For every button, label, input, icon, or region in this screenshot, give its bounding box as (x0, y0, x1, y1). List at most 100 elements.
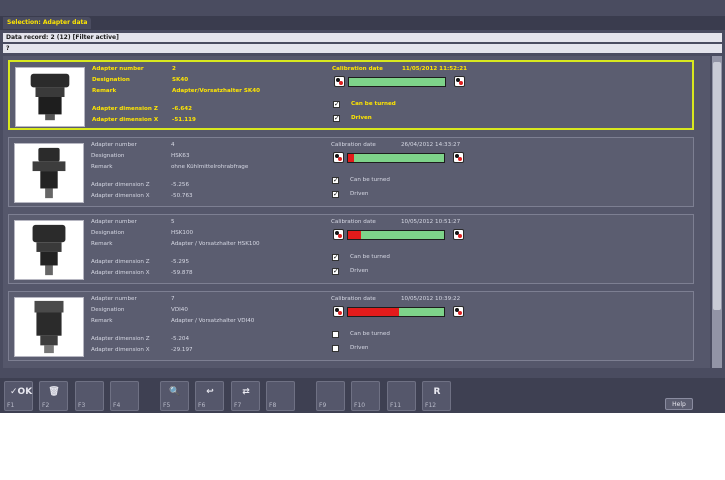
remark-label: Remark (91, 318, 113, 324)
function-key-f11[interactable]: F11 (387, 381, 416, 411)
adapter-record[interactable]: Adapter number 5 Designation HSK100 Remark Ad… (8, 214, 694, 284)
vdi40-adapter-image (14, 297, 84, 357)
check-icon: ✓ (333, 253, 339, 261)
function-key-label: F2 (42, 402, 50, 409)
dim-z-label: Adapter dimension Z (91, 336, 150, 342)
dim-z-label: Adapter dimension Z (91, 259, 150, 265)
calibration-date-value: 26/04/2012 14:33:27 (401, 142, 461, 148)
can-be-turned-checkbox[interactable] (332, 331, 339, 338)
remark-value: Adapter/Vorsatzhalter SK40 (172, 88, 261, 94)
remark-label: Remark (91, 241, 113, 247)
can-be-turned-label: Can be turned (350, 177, 390, 183)
function-key-f7[interactable]: ⇄ F7 (231, 381, 260, 411)
function-key-f12[interactable]: R F12 (422, 381, 451, 411)
designation-value: SK40 (172, 77, 189, 83)
adapter-record[interactable]: Adapter number 2 Designation SK40 Remark Adap… (8, 60, 694, 130)
designation-value: HSK100 (171, 230, 194, 236)
adapter-list[interactable]: Adapter number 2 Designation SK40 Remark Adap… (3, 56, 710, 368)
driven-checkbox[interactable]: ✓ (332, 190, 339, 198)
adapter-number-value: 7 (171, 296, 175, 302)
remark-value: Adapter / Vorsatzhalter VDI40 (171, 318, 255, 324)
title-bar: Selection: Adapter data (0, 16, 725, 30)
dim-z-value: -5.204 (171, 336, 190, 342)
wear-bar (347, 153, 445, 163)
function-key-f6[interactable]: ↩ F6 (195, 381, 224, 411)
function-key-f8[interactable]: F8 (266, 381, 295, 411)
trash-icon: 🗑 (48, 387, 60, 397)
calibration-date-value: 11/05/2012 11:52:21 (402, 66, 467, 72)
driven-checkbox[interactable] (332, 345, 339, 352)
calibration-date-label: Calibration date (331, 219, 376, 225)
check-icon: ✓ (333, 176, 339, 184)
function-key-label: F3 (78, 402, 86, 409)
help-button[interactable]: Help (665, 398, 693, 410)
check-icon: ✓ (334, 114, 340, 122)
adapter-record[interactable]: Adapter number 4 Designation HSK63 Remark ohn… (8, 137, 694, 207)
adapter-record[interactable]: Adapter number 7 Designation VDI40 Remark Ada… (8, 291, 694, 361)
search-icon: 🔍 (169, 387, 181, 397)
app-window: Selection: Adapter data Data record: 2 (… (0, 0, 725, 413)
function-key-label: F4 (113, 402, 121, 409)
function-key-f10[interactable]: F10 (351, 381, 380, 411)
wear-bar (348, 77, 446, 87)
driven-checkbox[interactable]: ✓ (333, 114, 340, 122)
dim-x-label: Adapter dimension X (91, 270, 150, 276)
remark-value: ohne Kühlmittelrohrabfrage (171, 164, 249, 170)
function-key-f1[interactable]: ✓OK F1 (4, 381, 33, 411)
ok-check-icon: ✓OK (10, 387, 33, 397)
sensor-icon (333, 152, 344, 163)
adapter-number-label: Adapter number (92, 66, 144, 72)
sk40-adapter-image (15, 67, 85, 127)
return-icon: R (433, 387, 441, 397)
sensor-icon (333, 306, 344, 317)
driven-label: Driven (350, 191, 369, 197)
can-be-turned-label: Can be turned (350, 331, 390, 337)
driven-label: Driven (350, 345, 369, 351)
tab-selection[interactable]: Selection: Adapter data (3, 17, 92, 29)
wear-bar-fill (348, 154, 354, 162)
designation-label: Designation (91, 153, 125, 159)
adapter-number-value: 4 (171, 142, 175, 148)
wear-bar (347, 230, 445, 240)
adapter-number-label: Adapter number (91, 142, 137, 148)
function-key-label: F1 (7, 402, 15, 409)
dim-x-label: Adapter dimension X (92, 117, 159, 123)
driven-label: Driven (351, 115, 372, 121)
function-key-f5[interactable]: 🔍 F5 (160, 381, 189, 411)
calibration-date-label: Calibration date (331, 142, 376, 148)
calibration-date-value: 10/05/2012 10:39:22 (401, 296, 461, 302)
dim-z-label: Adapter dimension Z (91, 182, 150, 188)
wear-bar-fill (348, 231, 362, 239)
function-key-label: F11 (390, 402, 402, 409)
transfer-icon: ⇄ (242, 387, 250, 397)
function-key-f9[interactable]: F9 (316, 381, 345, 411)
dim-x-value: -29.197 (171, 347, 193, 353)
function-key-label: F8 (269, 402, 277, 409)
sensor-icon (334, 76, 345, 87)
can-be-turned-checkbox[interactable]: ✓ (333, 100, 340, 108)
driven-checkbox[interactable]: ✓ (332, 267, 339, 275)
record-info: Data record: 2 (12) [Filter active] (3, 33, 722, 42)
scroll-thumb[interactable] (713, 62, 721, 310)
function-key-label: F10 (354, 402, 366, 409)
function-key-label: F12 (425, 402, 437, 409)
calibration-date-label: Calibration date (331, 296, 376, 302)
function-key-f2[interactable]: 🗑 F2 (39, 381, 68, 411)
filter-field[interactable]: ? (3, 44, 722, 53)
hsk63-adapter-image (14, 143, 84, 203)
remark-value: Adapter / Vorsatzhalter HSK100 (171, 241, 260, 247)
can-be-turned-checkbox[interactable]: ✓ (332, 176, 339, 184)
function-key-label: F9 (319, 402, 327, 409)
dim-x-value: -59.878 (171, 270, 193, 276)
designation-value: HSK63 (171, 153, 190, 159)
adapter-number-value: 5 (171, 219, 175, 225)
check-icon: ✓ (333, 267, 339, 275)
sensor-icon (453, 229, 464, 240)
function-key-f3[interactable]: F3 (75, 381, 104, 411)
wear-bar-fill (348, 308, 399, 316)
dim-x-value: -50.763 (171, 193, 193, 199)
sensor-icon (454, 76, 465, 87)
can-be-turned-checkbox[interactable]: ✓ (332, 253, 339, 261)
function-key-f4[interactable]: F4 (110, 381, 139, 411)
remark-label: Remark (91, 164, 113, 170)
